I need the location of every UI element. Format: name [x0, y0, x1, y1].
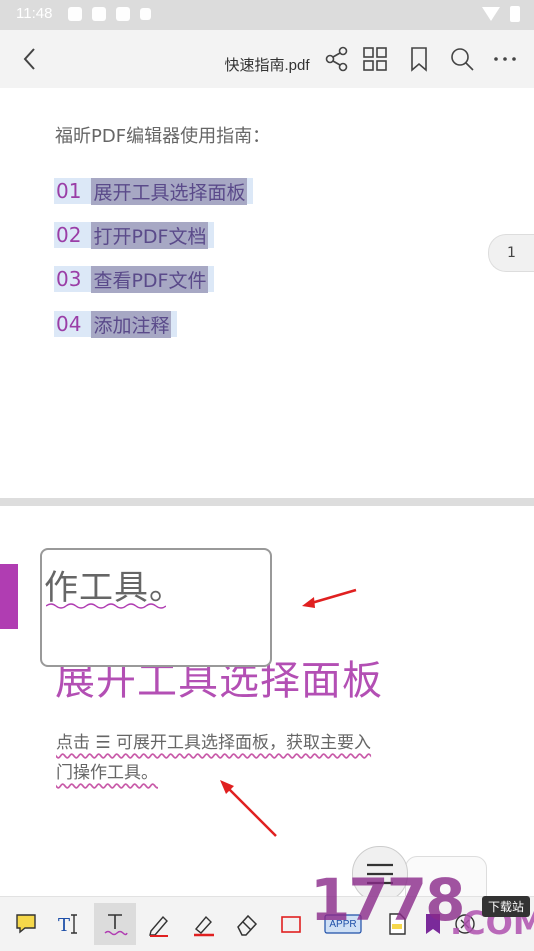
sim-icon — [140, 8, 151, 20]
thumbnails-grid-icon[interactable] — [360, 44, 390, 74]
svg-text:T: T — [58, 915, 70, 936]
side-panel-handle[interactable] — [0, 564, 18, 629]
battery-icon — [510, 6, 520, 22]
toc-item[interactable]: 02 打开PDF文档 — [54, 221, 215, 249]
top-toolbar: 快速指南.pdf — [0, 30, 534, 88]
site-watermark: 1778 .COM 下载站 — [310, 866, 534, 950]
pencil-icon — [149, 915, 168, 937]
red-arrow-icon — [220, 780, 277, 837]
share-icon[interactable] — [322, 44, 352, 74]
toc-item[interactable]: 04 添加注释 — [54, 310, 178, 338]
page-divider — [0, 498, 534, 506]
status-bar: 11:48 — [0, 0, 534, 30]
toc-number: 01 — [56, 179, 82, 203]
notification-icon — [92, 7, 106, 21]
wifi-icon — [482, 7, 500, 21]
pencil-tool-button[interactable] — [138, 903, 180, 945]
eraser-icon — [237, 914, 258, 936]
sticky-note-icon — [16, 914, 36, 934]
rectangle-tool-button[interactable] — [270, 903, 312, 945]
more-options-icon[interactable] — [490, 44, 520, 74]
paragraph-line: 点击 ☰ 可展开工具选择面板，获取主要入 — [56, 733, 372, 753]
highlighter-tool-button[interactable] — [182, 903, 224, 945]
toc-number: 04 — [56, 312, 82, 336]
toc-item[interactable]: 01 展开工具选择面板 — [54, 177, 254, 205]
status-time: 11:48 — [16, 5, 53, 22]
notification-icon — [116, 7, 130, 21]
toc-text: 查看PDF文件 — [91, 265, 209, 293]
toc-number: 02 — [56, 223, 82, 247]
text-box-tool-button[interactable]: T — [50, 903, 92, 945]
watermark-number: 1778 — [310, 866, 465, 934]
typewriter-icon: T — [58, 914, 77, 936]
pdf-page-1[interactable]: 福昕PDF编辑器使用指南： 01 展开工具选择面板 02 打开PDF文档 03 … — [0, 88, 534, 498]
bookmark-icon[interactable] — [404, 44, 434, 74]
guide-title: 福昕PDF编辑器使用指南： — [55, 126, 271, 147]
toc-number: 03 — [56, 267, 82, 291]
toc-text: 添加注释 — [91, 310, 172, 338]
red-arrow-icon — [302, 588, 357, 608]
toc-text: 打开PDF文档 — [91, 221, 209, 249]
text-underline-icon — [104, 914, 128, 936]
underline-tool-button[interactable] — [94, 903, 136, 945]
rectangle-icon — [281, 916, 301, 933]
search-icon[interactable] — [447, 44, 477, 74]
toc-text: 展开工具选择面板 — [91, 177, 248, 205]
notification-icon — [68, 7, 82, 21]
eraser-tool-button[interactable] — [226, 903, 268, 945]
page-number-badge[interactable]: 1 — [488, 234, 534, 272]
wavy-underline-mark — [46, 603, 166, 609]
highlighter-icon — [194, 915, 214, 937]
watermark-tag: 下载站 — [481, 896, 530, 917]
pdf-page-2[interactable]: 展开工具选择面板 作工具。 点击 ☰ 可展开工具选择面板，获取主要入 门操作工具… — [0, 506, 534, 908]
magnifier-loupe: 作工具。 — [40, 548, 272, 667]
toc-item[interactable]: 03 查看PDF文件 — [54, 265, 215, 293]
note-tool-button[interactable] — [6, 903, 48, 945]
